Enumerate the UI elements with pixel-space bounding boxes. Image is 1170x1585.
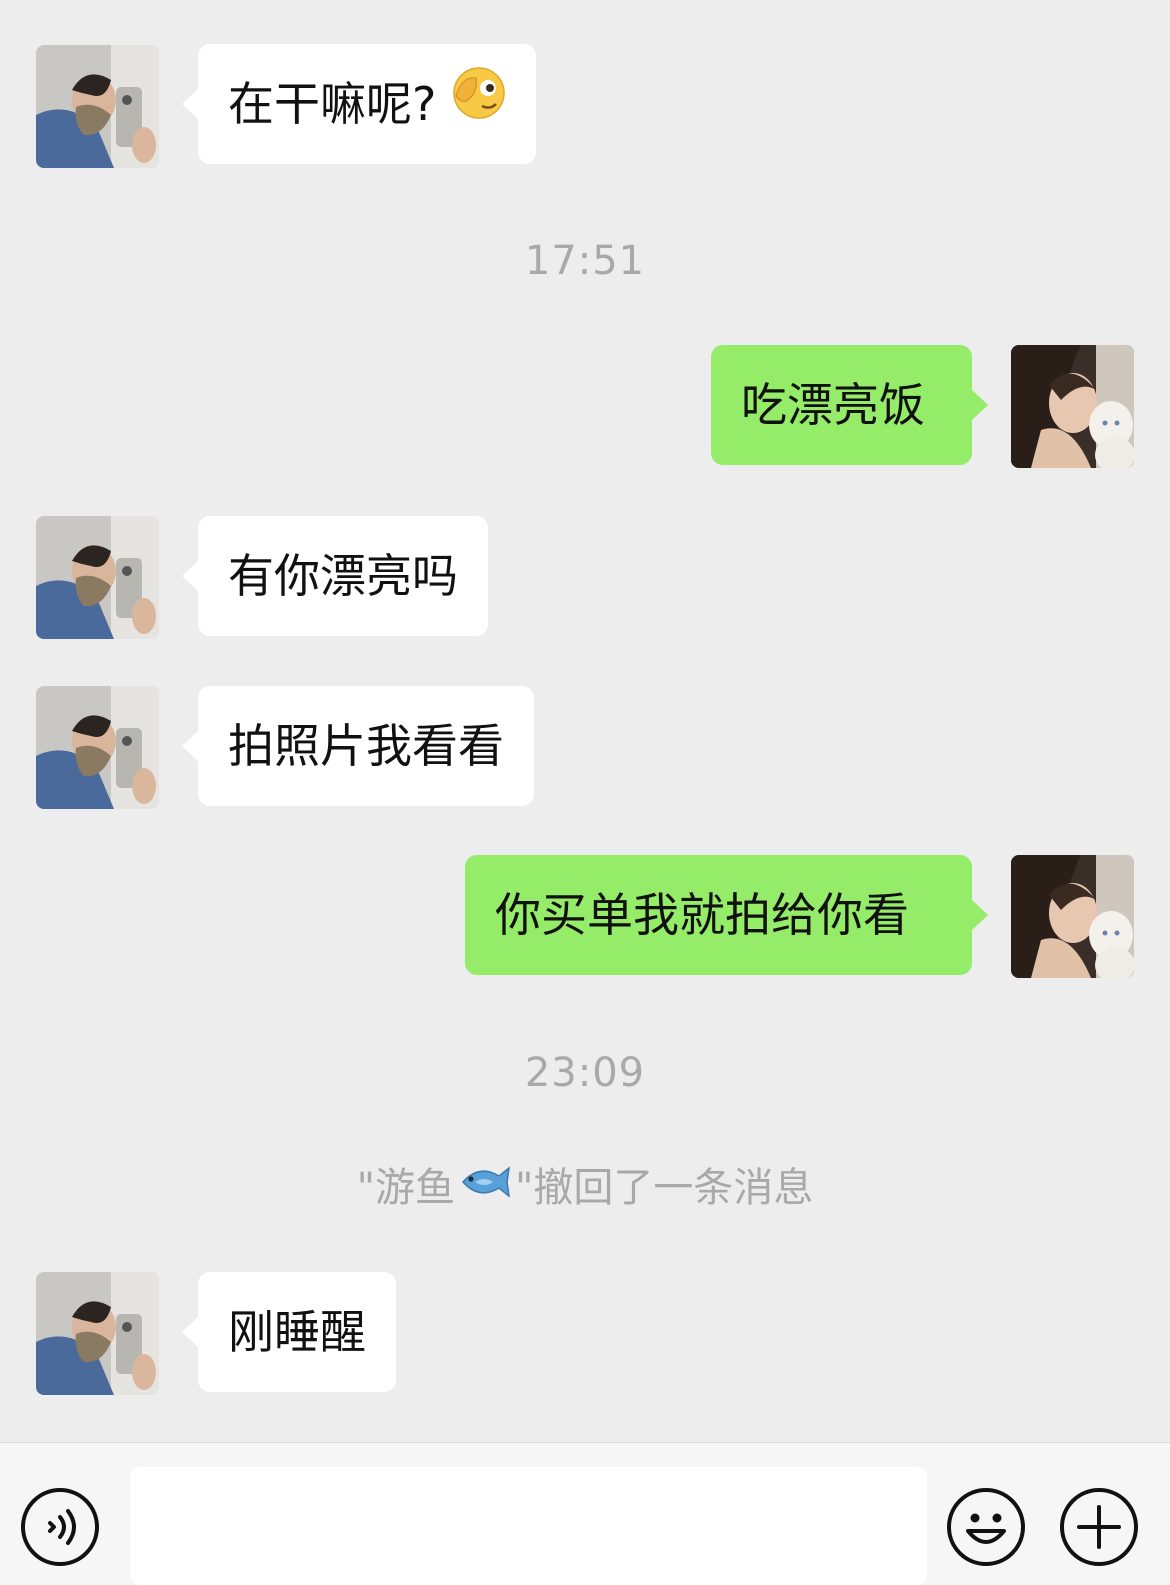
message-text: 有你漂亮吗 [228, 549, 458, 603]
recall-notice: "游鱼 "撤回了一条消息 [0, 1155, 1170, 1213]
emoji-icon[interactable] [946, 1487, 1026, 1567]
timestamp: 17:51 [524, 238, 646, 284]
incoming-message-bubble[interactable]: 在干嘛呢? [181, 44, 537, 164]
recall-prefix: "游鱼 [356, 1165, 455, 1211]
recall-suffix: "撤回了一条消息 [515, 1165, 814, 1211]
chat-area[interactable]: 在干嘛呢? 17:51 吃漂亮饭 有你漂亮吗 拍照片我看看 你买单我就拍给你看 … [0, 0, 1170, 1442]
outgoing-message-bubble[interactable]: 吃漂亮饭 [711, 345, 988, 465]
my-avatar[interactable] [1011, 345, 1134, 468]
message-input[interactable] [130, 1467, 927, 1585]
contact-avatar[interactable] [36, 516, 159, 639]
fish-icon [459, 1162, 511, 1212]
message-text: 拍照片我看看 [228, 719, 504, 773]
timestamp: 23:09 [524, 1050, 646, 1096]
message-text: 在干嘛呢? [228, 77, 437, 131]
my-avatar[interactable] [1011, 855, 1134, 978]
message-text: 刚睡醒 [228, 1305, 366, 1359]
contact-avatar[interactable] [36, 1272, 159, 1395]
incoming-message-bubble[interactable]: 有你漂亮吗 [182, 516, 488, 636]
contact-avatar[interactable] [36, 45, 159, 168]
incoming-message-bubble[interactable]: 拍照片我看看 [182, 686, 534, 806]
face-with-hand-over-eye-icon [452, 44, 506, 164]
incoming-message-bubble[interactable]: 刚睡醒 [182, 1272, 396, 1392]
contact-avatar[interactable] [36, 686, 159, 809]
outgoing-message-bubble[interactable]: 你买单我就拍给你看 [465, 855, 988, 975]
input-bar [0, 1442, 1170, 1585]
voice-icon[interactable] [20, 1487, 100, 1567]
plus-icon[interactable] [1059, 1487, 1139, 1567]
message-text: 你买单我就拍给你看 [495, 888, 909, 942]
message-text: 吃漂亮饭 [741, 378, 925, 432]
